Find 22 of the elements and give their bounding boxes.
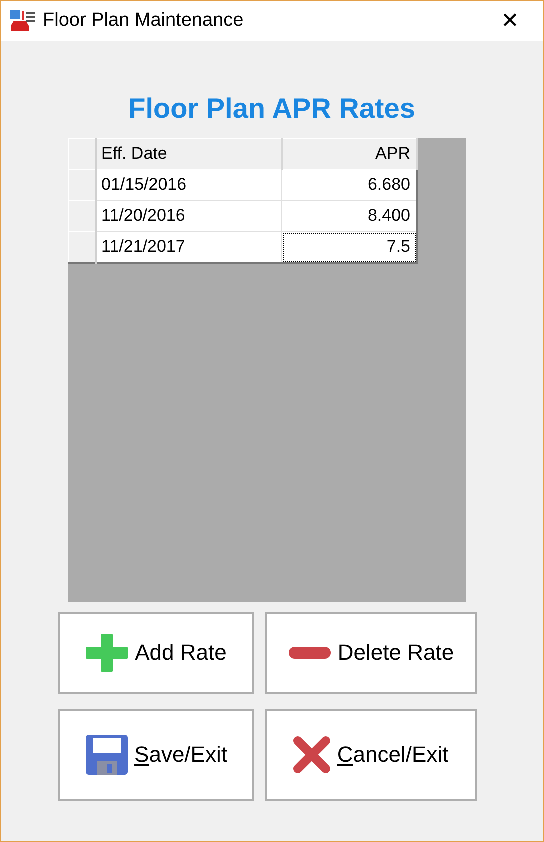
column-header[interactable]: Eff. Date	[96, 138, 282, 170]
table-cell: 11/21/2017	[96, 232, 282, 262]
save-button[interactable]: Save/Exit	[58, 709, 254, 801]
minus-icon	[288, 646, 332, 660]
plus-icon	[85, 633, 130, 673]
row-header[interactable]	[68, 232, 96, 262]
table-cell: 7.5	[282, 232, 416, 262]
table-cell: 11/20/2016	[96, 200, 282, 232]
table-cell: 8.400	[282, 200, 416, 232]
row-header	[68, 138, 96, 170]
delete-button[interactable]: Delete Rate	[265, 612, 477, 694]
close-icon	[293, 736, 332, 774]
row-header[interactable]	[68, 200, 96, 232]
cancel-button[interactable]: Cancel/Exit	[265, 709, 477, 801]
table-cell: 6.680	[282, 170, 416, 200]
app-icon	[9, 9, 37, 33]
table-cell: 01/15/2016	[96, 170, 282, 200]
page-heading: Floor Plan APR Rates	[128, 93, 416, 126]
row-header[interactable]	[68, 170, 96, 200]
window-title: Floor Plan Maintenance	[43, 10, 245, 32]
add-button[interactable]: Add Rate	[58, 612, 254, 694]
column-header[interactable]: APR	[282, 138, 416, 170]
